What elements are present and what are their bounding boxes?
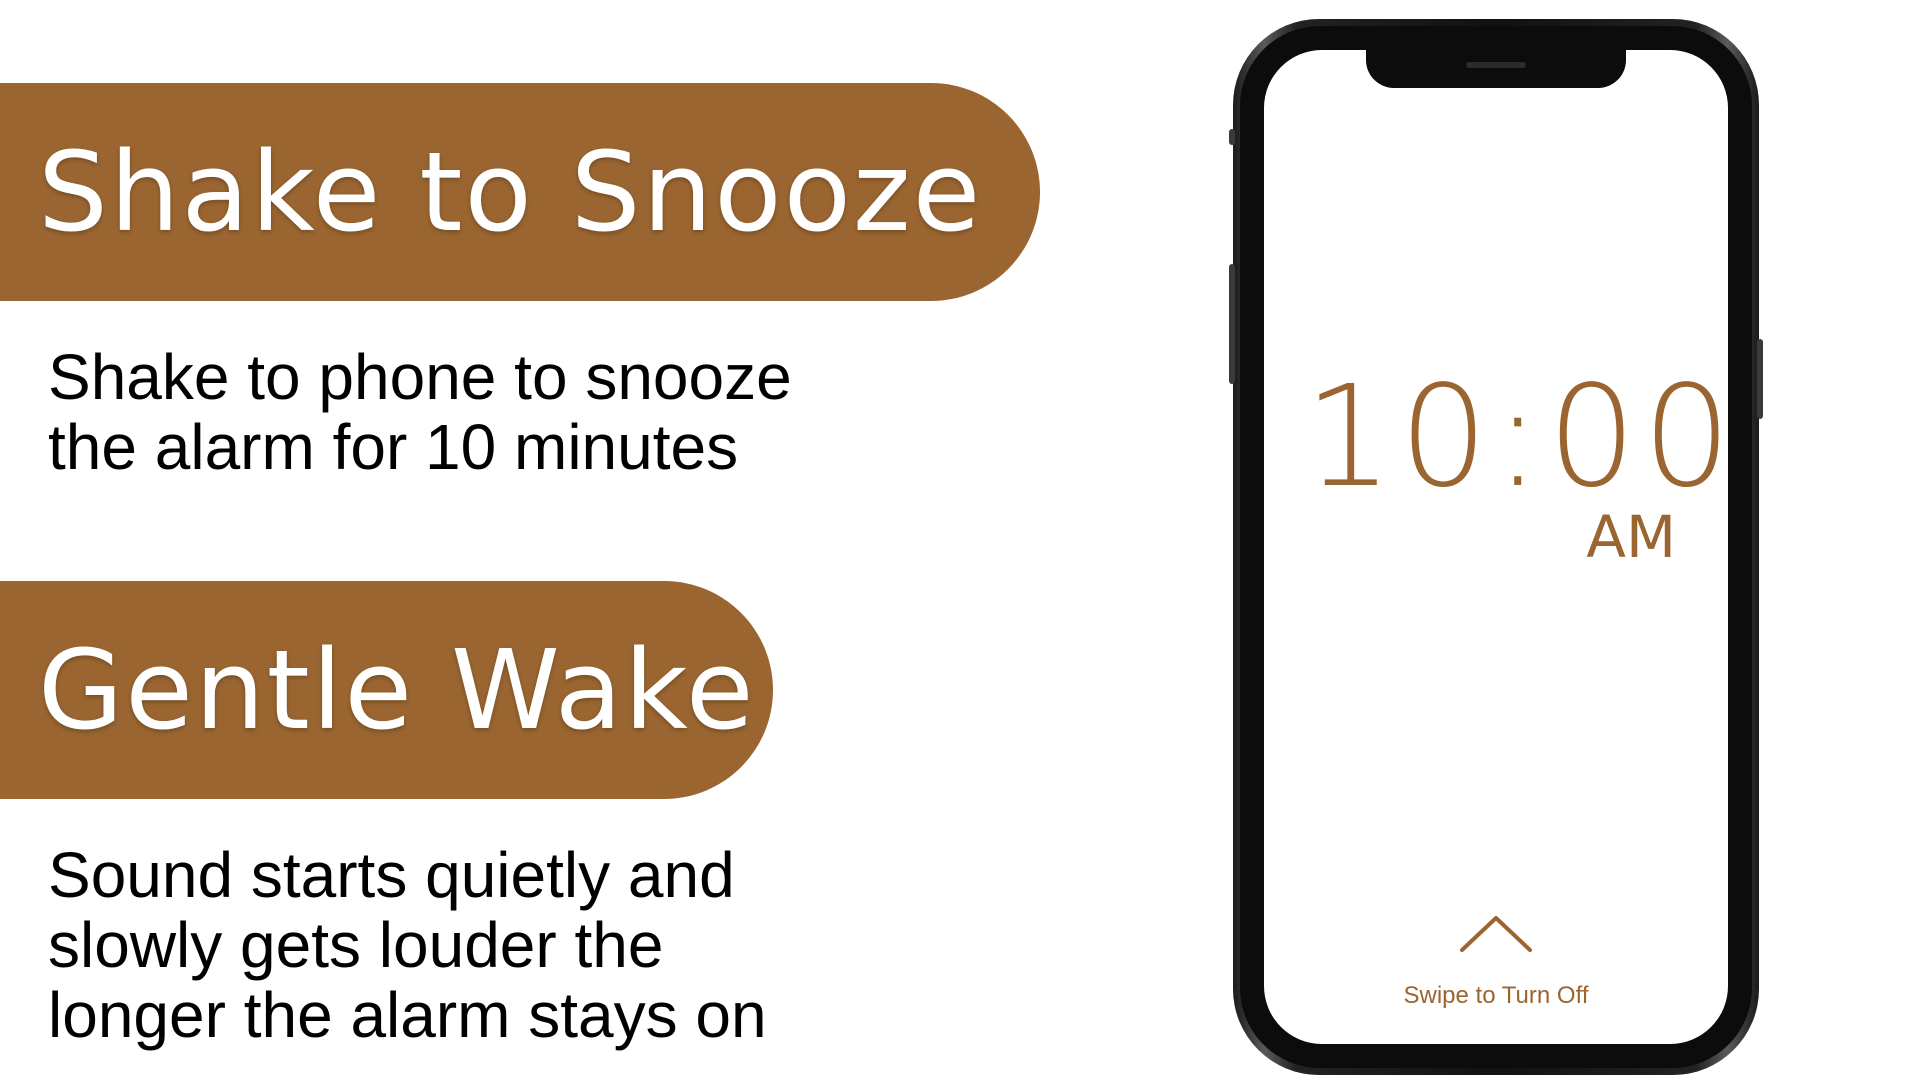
phone-speaker bbox=[1466, 62, 1526, 68]
feature-description-gentle-wake: Sound starts quietly and slowly gets lou… bbox=[48, 840, 767, 1050]
phone-notch bbox=[1366, 50, 1626, 88]
feature-description-line: the alarm for 10 minutes bbox=[48, 411, 739, 483]
feature-title-banner-gentle-wake: Gentle Wake bbox=[0, 581, 773, 799]
feature-description-line: longer the alarm stays on bbox=[48, 979, 767, 1051]
feature-description-shake-to-snooze: Shake to phone to snooze the alarm for 1… bbox=[48, 342, 792, 482]
alarm-time: 10:00 bbox=[1304, 356, 1728, 519]
phone-bezel: 10:00 AM Swipe to Turn Off bbox=[1240, 26, 1752, 1068]
chevron-up-icon[interactable] bbox=[1458, 912, 1534, 954]
phone-volume-button bbox=[1229, 264, 1235, 384]
phone-power-button bbox=[1757, 339, 1763, 419]
feature-title: Gentle Wake bbox=[38, 626, 756, 754]
feature-description-line: slowly gets louder the bbox=[48, 909, 664, 981]
alarm-screen: 10:00 AM Swipe to Turn Off bbox=[1264, 50, 1728, 1044]
phone-mute-switch bbox=[1229, 129, 1235, 145]
alarm-meridiem: AM bbox=[1586, 503, 1676, 571]
phone-mockup: 10:00 AM Swipe to Turn Off bbox=[1229, 19, 1763, 1075]
swipe-to-turn-off-label[interactable]: Swipe to Turn Off bbox=[1264, 982, 1728, 1010]
feature-description-line: Sound starts quietly and bbox=[48, 839, 735, 911]
feature-title: Shake to Snooze bbox=[38, 128, 983, 256]
feature-title-banner-shake-to-snooze: Shake to Snooze bbox=[0, 83, 1040, 301]
feature-description-line: Shake to phone to snooze bbox=[48, 341, 792, 413]
